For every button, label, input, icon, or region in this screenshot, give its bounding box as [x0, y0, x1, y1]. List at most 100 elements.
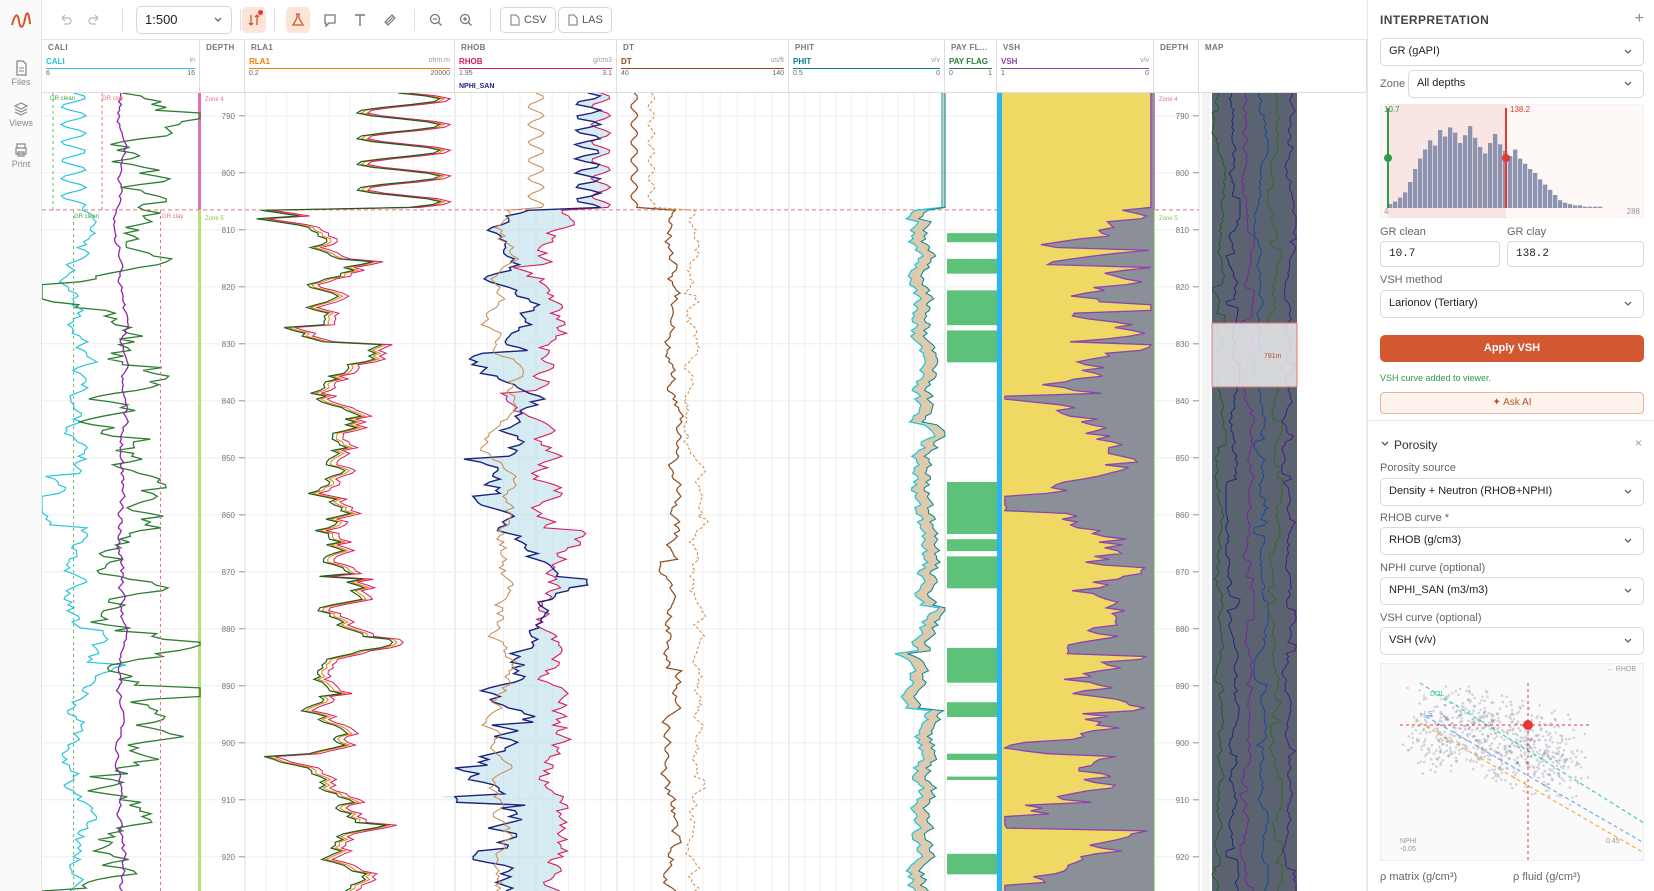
track-header-9[interactable]: MAP [1199, 40, 1367, 93]
pay-flag-band [947, 665, 997, 669]
xplot-point [1482, 721, 1486, 724]
rhob-curve-select[interactable]: RHOB (g/cm3) [1380, 527, 1644, 555]
xplot-point [1513, 773, 1517, 777]
track-header-8[interactable]: DEPTH [1154, 40, 1199, 93]
xplot-point [1416, 719, 1420, 723]
xplot-point [1447, 754, 1450, 758]
gr-histogram[interactable]: 10.7 138.2 4 288 [1380, 104, 1644, 218]
xplot-point [1461, 701, 1465, 705]
track-title: RLA1 [251, 43, 274, 52]
views-button[interactable]: Views [0, 101, 42, 128]
log-plot[interactable]: 790 790 800 800 810 810 820 820 830 830 840 840 850 8… [42, 93, 1367, 891]
xplot-point [1483, 755, 1486, 759]
xplot-point [1480, 741, 1483, 745]
hist-bar [1583, 206, 1588, 208]
pay-flag-band [947, 290, 997, 294]
xplot-point [1453, 751, 1457, 754]
pay-flag-band [947, 336, 997, 340]
porosity-source-select[interactable]: Density + Neutron (RHOB+NPHI) [1380, 478, 1644, 506]
zone-select[interactable]: All depths [1408, 70, 1644, 98]
scale-min: 1.95 [459, 70, 473, 77]
apply-vsh-button[interactable]: Apply VSH [1380, 335, 1644, 362]
track-title: PHIT [795, 43, 815, 52]
track-header-7[interactable]: VSH VSH v/v 1 0 [997, 40, 1154, 93]
water-strip [997, 93, 1002, 891]
chevron-down-icon [214, 17, 222, 22]
pay-flag-band [947, 298, 997, 303]
hist-bar [1543, 184, 1548, 208]
vsh-method-select[interactable]: Larionov (Tertiary) [1380, 290, 1644, 318]
xplot-point [1459, 713, 1462, 717]
close-icon[interactable]: × [1635, 436, 1642, 450]
layers-icon [13, 102, 29, 116]
xplot-point [1496, 746, 1500, 749]
track-header-2[interactable]: RLA1 RLA1 ohm.m 0.2 20000 [245, 40, 455, 93]
track-header-4[interactable]: DT DT us/ft 40 140 [617, 40, 789, 93]
flask-tool-button[interactable] [286, 7, 310, 33]
export-csv-button[interactable]: CSV [500, 7, 556, 33]
track-header-5[interactable]: PHIT PHIT v/v 0.5 0 [789, 40, 945, 93]
xplot-point [1572, 752, 1575, 756]
export-las-button[interactable]: LAS [558, 7, 612, 33]
zoom-in-button[interactable] [454, 8, 478, 32]
notification-dot [258, 10, 263, 15]
pay-flag-band [947, 856, 997, 861]
redo-button[interactable] [84, 8, 106, 32]
hist-bar [1598, 206, 1603, 208]
xplot-point [1505, 695, 1508, 698]
depth-label: 880 [222, 625, 236, 634]
files-button[interactable]: Files [0, 60, 42, 87]
pay-flag-band [947, 564, 997, 569]
track-header-6[interactable]: PAY FL... PAY FLAG 0 1 [945, 40, 997, 93]
curve-select[interactable]: GR (gAPI) [1380, 38, 1644, 66]
pay-flag-band [947, 504, 997, 509]
depth-label: 890 [222, 682, 236, 691]
track-title: RHOB [461, 43, 486, 52]
depth-label: 900 [222, 739, 236, 748]
ruler-tool-button[interactable] [378, 8, 402, 32]
xplot-point [1516, 756, 1519, 759]
hist-label: 288 [1627, 207, 1641, 216]
xplot-point [1501, 728, 1504, 732]
zoom-out-button[interactable] [424, 8, 448, 32]
scale-select[interactable]: 1:500 [136, 6, 232, 34]
xplot-point [1433, 727, 1436, 731]
xplot-point [1419, 732, 1422, 735]
xplot-point [1574, 775, 1577, 779]
track-header-3[interactable]: RHOB RHOB g/cm3 1.95 3.1 NPHI_SAN [455, 40, 617, 93]
xplot-point [1515, 738, 1518, 742]
vsh-curve-select[interactable]: VSH (v/v) [1380, 627, 1644, 655]
xplot-point [1577, 763, 1581, 766]
gr-clean-input[interactable]: 10.7 [1380, 241, 1500, 267]
flip-depth-button[interactable] [242, 7, 266, 33]
xplot-point [1498, 742, 1501, 746]
track-header-0[interactable]: CALI CALI in 6 16 [42, 40, 200, 93]
depth-label: 850 [222, 454, 236, 463]
xplot-point [1427, 751, 1431, 754]
xplot-point [1466, 734, 1470, 738]
track-header-1[interactable]: DEPTH [200, 40, 245, 93]
undo-button[interactable] [54, 8, 76, 32]
text-tool-button[interactable] [348, 8, 372, 32]
density-neutron-crossplot[interactable]: ← RHOB NPHI-0.05 0.45 DOL LS [1380, 663, 1644, 861]
xplot-point [1499, 778, 1503, 781]
gr-clay-input[interactable]: 138.2 [1507, 241, 1644, 267]
xplot-point [1490, 768, 1494, 772]
comment-tool-button[interactable] [318, 8, 342, 32]
xplot-point [1457, 748, 1461, 752]
porosity-section-header[interactable]: Porosity [1380, 438, 1437, 452]
add-icon[interactable]: + [1635, 10, 1644, 28]
scale-value: 1:500 [145, 12, 178, 27]
pay-flag-band [947, 301, 997, 306]
print-button[interactable]: Print [0, 142, 42, 169]
ask-ai-button[interactable]: ✦ Ask AI [1380, 392, 1644, 414]
xplot-point [1439, 750, 1442, 753]
zone-bar-bottom [198, 209, 201, 891]
pay-flag-band [947, 870, 997, 875]
pay-flag-band [947, 862, 997, 866]
pay-flag-band [947, 233, 997, 237]
curve-scale-line [949, 68, 992, 69]
nphi-curve-select[interactable]: NPHI_SAN (m3/m3) [1380, 577, 1644, 605]
xplot-point [1460, 705, 1464, 708]
xplot-point [1466, 698, 1470, 702]
